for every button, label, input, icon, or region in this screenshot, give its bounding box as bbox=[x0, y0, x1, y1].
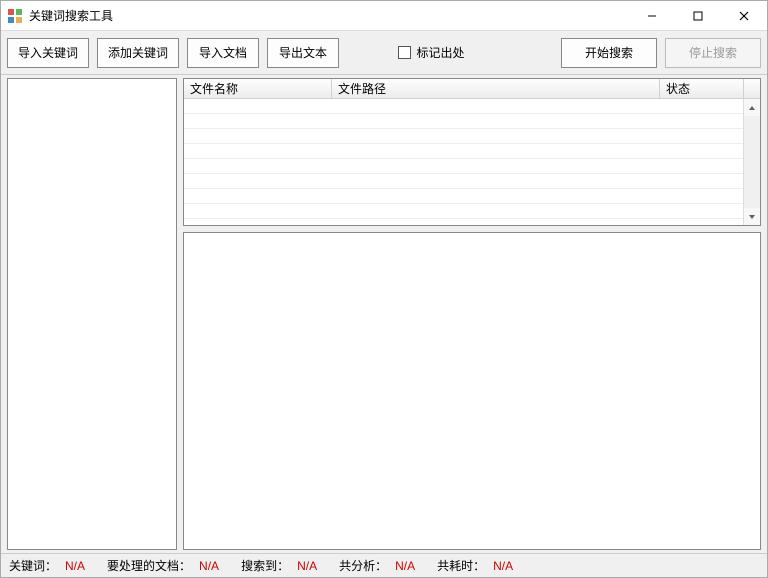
app-icon bbox=[7, 8, 23, 24]
window-title: 关键词搜索工具 bbox=[29, 7, 629, 24]
toolbar: 导入关键词 添加关键词 导入文档 导出文本 标记出处 开始搜索 停止搜索 bbox=[1, 31, 767, 75]
table-row bbox=[184, 189, 760, 204]
table-row bbox=[184, 174, 760, 189]
checkbox-icon bbox=[398, 46, 411, 59]
table-row bbox=[184, 159, 760, 174]
minimize-button[interactable] bbox=[629, 1, 675, 30]
status-elapsed-label: 共耗时： bbox=[437, 557, 485, 574]
file-list-body[interactable] bbox=[184, 99, 760, 225]
export-text-button[interactable]: 导出文本 bbox=[267, 38, 339, 68]
mark-source-label: 标记出处 bbox=[417, 44, 465, 61]
window-controls bbox=[629, 1, 767, 30]
file-list-pane: 文件名称 文件路径 状态 bbox=[183, 78, 761, 226]
status-analyzed-value: N/A bbox=[395, 559, 415, 573]
column-header-filename[interactable]: 文件名称 bbox=[184, 79, 332, 98]
import-docs-button[interactable]: 导入文档 bbox=[187, 38, 259, 68]
keyword-list-pane[interactable] bbox=[7, 78, 177, 550]
column-header-scroll-gap bbox=[744, 79, 760, 98]
import-keywords-button[interactable]: 导入关键词 bbox=[7, 38, 89, 68]
file-list-header: 文件名称 文件路径 状态 bbox=[184, 79, 760, 99]
status-docs-label: 要处理的文档： bbox=[107, 557, 191, 574]
table-row bbox=[184, 99, 760, 114]
status-analyzed-label: 共分析： bbox=[339, 557, 387, 574]
mark-source-checkbox[interactable]: 标记出处 bbox=[381, 44, 481, 61]
scroll-track[interactable] bbox=[744, 116, 760, 208]
start-search-button[interactable]: 开始搜索 bbox=[561, 38, 657, 68]
status-docs-value: N/A bbox=[199, 559, 219, 573]
main-area: 文件名称 文件路径 状态 bbox=[1, 75, 767, 553]
table-row bbox=[184, 129, 760, 144]
status-elapsed-value: N/A bbox=[493, 559, 513, 573]
file-list-scrollbar[interactable] bbox=[743, 99, 760, 225]
column-header-status[interactable]: 状态 bbox=[660, 79, 744, 98]
output-pane[interactable] bbox=[183, 232, 761, 550]
scroll-down-icon[interactable] bbox=[744, 208, 760, 225]
statusbar: 关键词： N/A 要处理的文档： N/A 搜索到： N/A 共分析： N/A 共… bbox=[1, 553, 767, 577]
status-keywords-value: N/A bbox=[65, 559, 85, 573]
scroll-up-icon[interactable] bbox=[744, 99, 760, 116]
close-button[interactable] bbox=[721, 1, 767, 30]
status-found-label: 搜索到： bbox=[241, 557, 289, 574]
table-row bbox=[184, 114, 760, 129]
app-window: 关键词搜索工具 导入关键词 添加关键词 导入文档 导出文本 标记出处 开始搜索 … bbox=[0, 0, 768, 578]
table-row bbox=[184, 204, 760, 219]
column-header-filepath[interactable]: 文件路径 bbox=[332, 79, 660, 98]
add-keywords-button[interactable]: 添加关键词 bbox=[97, 38, 179, 68]
stop-search-button: 停止搜索 bbox=[665, 38, 761, 68]
status-keywords-label: 关键词： bbox=[9, 557, 57, 574]
right-column: 文件名称 文件路径 状态 bbox=[183, 78, 761, 550]
table-row bbox=[184, 144, 760, 159]
titlebar: 关键词搜索工具 bbox=[1, 1, 767, 31]
maximize-button[interactable] bbox=[675, 1, 721, 30]
status-found-value: N/A bbox=[297, 559, 317, 573]
